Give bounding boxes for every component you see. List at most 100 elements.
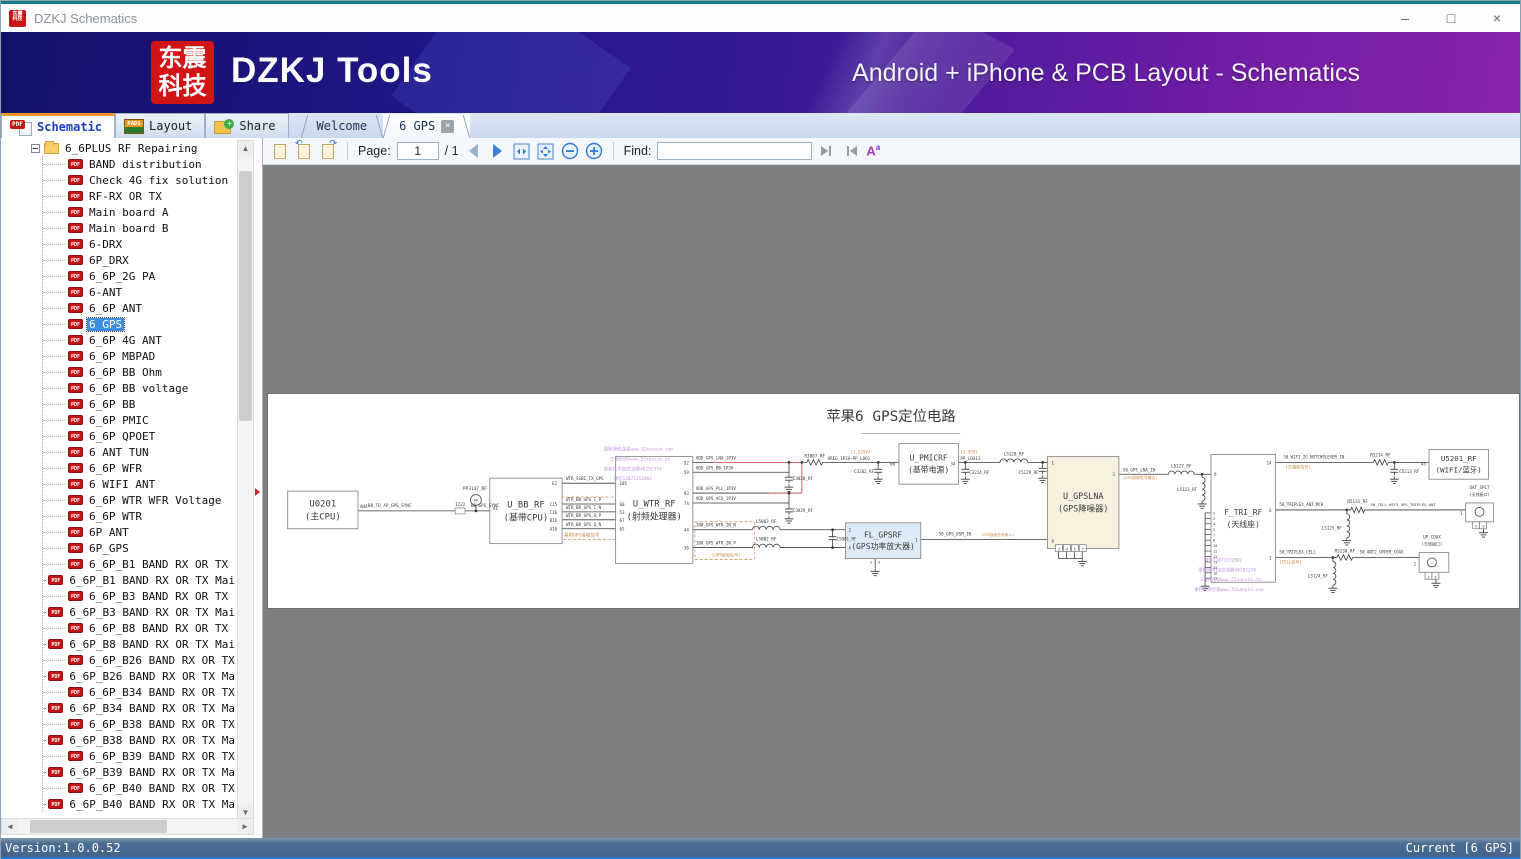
svg-text:L5127_RF: L5127_RF: [1171, 463, 1192, 469]
tree-horizontal-scrollbar[interactable]: ◄ ►: [1, 818, 254, 835]
tree-item[interactable]: PDF Check 4G fix solution: [1, 172, 237, 188]
svg-text:100_GPS_WTR_IN_P: 100_GPS_WTR_IN_P: [696, 541, 737, 546]
tree-item[interactable]: PDF 6_6P_B1 BAND RX OR TX Mai: [1, 572, 237, 588]
tree-item[interactable]: PDF 6_6P_B40 BAND RX OR TX: [1, 780, 237, 796]
scroll-left-icon[interactable]: ◄: [2, 819, 18, 834]
minimize-button[interactable]: –: [1382, 4, 1428, 32]
fit-width-icon[interactable]: [513, 142, 531, 160]
tree-item[interactable]: PDF 6_6P QPOET: [1, 428, 237, 444]
tree-item[interactable]: PDF Main board A: [1, 204, 237, 220]
scroll-right-icon[interactable]: ►: [237, 819, 253, 834]
window-title: DZKJ Schematics: [34, 10, 138, 26]
tree-item[interactable]: PDF 6_6P_B39 BAND RX OR TX Ma: [1, 764, 237, 780]
tree-vertical-scrollbar[interactable]: ▲ ▼: [237, 140, 254, 822]
tree-item[interactable]: PDF 6_6P_B34 BAND RX OR TX Ma: [1, 700, 237, 716]
pdf-file-icon: PDF: [68, 751, 83, 761]
tree-item[interactable]: PDF 6_6P MBPAD: [1, 348, 237, 364]
tree-item[interactable]: PDF 6_6P_B39 BAND RX OR TX: [1, 748, 237, 764]
tree-item[interactable]: PDF 6-ANT: [1, 284, 237, 300]
find-next-icon[interactable]: [842, 142, 860, 160]
tree-item[interactable]: PDF 6_6P 4G ANT: [1, 332, 237, 348]
svg-text:VDD_GPS_PLL_1P3V: VDD_GPS_PLL_1P3V: [696, 486, 737, 491]
splitter-collapse-icon[interactable]: [255, 488, 260, 496]
zoom-out-icon[interactable]: [561, 142, 579, 160]
tree-item[interactable]: PDF BAND distribution: [1, 156, 237, 172]
tree-item[interactable]: PDF 6_6P BB Ohm: [1, 364, 237, 380]
pdf-file-icon: PDF: [68, 223, 83, 233]
tree-item[interactable]: PDF 6_6P ANT: [1, 300, 237, 316]
tree-item[interactable]: PDF 6_6P BB voltage: [1, 380, 237, 396]
pdf-file-icon: PDF: [68, 655, 83, 665]
close-tab-icon[interactable]: ×: [441, 119, 455, 133]
tree-item[interactable]: PDF 6_6P_B3 BAND RX OR TX Mai: [1, 604, 237, 620]
tree-item[interactable]: PDF 6P ANT: [1, 524, 237, 540]
rotate-right-icon[interactable]: [319, 138, 337, 160]
tree-item[interactable]: PDF 6_6P_B38 BAND RX OR TX Ma: [1, 732, 237, 748]
tree-item[interactable]: PDF 6_6P_B8 BAND RX OR TX: [1, 620, 237, 636]
svg-text:V1: V1: [493, 506, 499, 511]
maximize-button[interactable]: □: [1428, 4, 1474, 32]
tree-item[interactable]: PDF 6_6P BB: [1, 396, 237, 412]
svg-text:93: 93: [684, 491, 690, 496]
fit-page-icon[interactable]: [537, 142, 555, 160]
tree-item[interactable]: PDF 6_6P_B40 BAND RX OR TX Ma: [1, 796, 237, 812]
svg-text:U_GPSLNA: U_GPSLNA: [1063, 491, 1104, 501]
collapse-icon[interactable]: [31, 143, 40, 153]
tree-item[interactable]: PDF 6_6P WFR: [1, 460, 237, 476]
tree-item[interactable]: PDF 6_6P_B8 BAND RX OR TX Mai: [1, 636, 237, 652]
svg-text:4: 4: [1213, 522, 1215, 526]
tree-item[interactable]: PDF 6_6P_B26 BAND RX OR TX: [1, 652, 237, 668]
svg-text:15: 15: [1213, 566, 1217, 570]
tab-schematic[interactable]: Schematic: [1, 113, 116, 138]
tree-item[interactable]: PDF 6_6P PMIC: [1, 412, 237, 428]
zoom-in-icon[interactable]: [585, 142, 603, 160]
scroll-up-icon[interactable]: ▲: [238, 141, 253, 157]
next-page-icon[interactable]: [489, 142, 507, 160]
svg-text:A16: A16: [550, 527, 558, 532]
scrollbar-thumb[interactable]: [30, 820, 167, 833]
svg-text:果粉快修连锁www.52xansin.com: 果粉快修连锁www.52xansin.com: [1194, 586, 1264, 593]
svg-text:(CELL信号): (CELL信号): [1279, 559, 1301, 564]
pdf-file-icon: PDF: [68, 719, 83, 729]
tree-item[interactable]: PDF Main board B: [1, 220, 237, 236]
tree-item[interactable]: PDF 6_6P_B34 BAND RX OR TX: [1, 684, 237, 700]
pdf-file-icon: PDF: [48, 703, 64, 713]
document-canvas[interactable]: U0201 (主CPU) U_BB_RF (基带CPU) U_WTR_RF (射频处理器)…: [263, 165, 1520, 838]
doc-tab-6gps[interactable]: 6 GPS ×: [383, 114, 471, 138]
tree-item[interactable]: PDF 6 ANT TUN: [1, 444, 237, 460]
tree-root-folder[interactable]: 6_6PLUS RF Repairing: [1, 140, 237, 156]
tree-item[interactable]: PDF 6_6P WTR WFR Voltage: [1, 492, 237, 508]
share-folder-icon: [214, 119, 235, 134]
tree-item[interactable]: PDF 6_6P_B38 BAND RX OR TX: [1, 716, 237, 732]
svg-text:3: 3: [1482, 525, 1484, 529]
svg-text:(GPS降噪器): (GPS降噪器): [1058, 503, 1109, 513]
print-page-icon[interactable]: [271, 142, 289, 160]
tree-item[interactable]: PDF 6 WIFI ANT: [1, 476, 237, 492]
page-number-input[interactable]: [396, 142, 439, 160]
svg-text:苹果6 GPS定位电路: 苹果6 GPS定位电路: [826, 408, 955, 425]
tree-item[interactable]: PDF 6_6P WTR: [1, 508, 237, 524]
tree-item[interactable]: PDF 6_6P_B26 BAND RX OR TX Ma: [1, 668, 237, 684]
svg-text:50_TRIPLEX_CELL: 50_TRIPLEX_CELL: [1279, 550, 1316, 555]
tree-item[interactable]: PDF 6P_GPS: [1, 540, 237, 556]
tree-item[interactable]: PDF 6-DRX: [1, 236, 237, 252]
doc-tab-welcome[interactable]: Welcome: [301, 114, 384, 138]
title-bar: 东震 科技 DZKJ Schematics – □ ×: [1, 1, 1520, 32]
tree-item[interactable]: PDF 6_6P_B1 BAND RX OR TX: [1, 556, 237, 572]
close-button[interactable]: ×: [1474, 4, 1520, 32]
previous-page-icon[interactable]: [465, 142, 483, 160]
tree-item[interactable]: PDF RF-RX OR TX: [1, 188, 237, 204]
tab-share[interactable]: Share: [205, 113, 289, 138]
tab-layout[interactable]: PADS Layout: [115, 113, 206, 138]
rotate-left-icon[interactable]: [295, 138, 313, 160]
app-window: 东震 科技 DZKJ Schematics – □ × 东震 科技 DZKJ Too…: [0, 0, 1521, 859]
tree-item[interactable]: PDF 6P_DRX: [1, 252, 237, 268]
tree-item[interactable]: PDF 6_6P_2G PA: [1, 268, 237, 284]
tree-item[interactable]: PDF 6_6P_B3 BAND RX OR TX: [1, 588, 237, 604]
match-case-icon[interactable]: Aa: [866, 143, 880, 158]
pdf-file-icon: PDF: [68, 783, 83, 793]
tree-item[interactable]: PDF 6 GPS: [1, 316, 237, 332]
find-previous-icon[interactable]: [818, 142, 836, 160]
scrollbar-thumb[interactable]: [239, 171, 252, 421]
find-input[interactable]: [657, 142, 813, 160]
